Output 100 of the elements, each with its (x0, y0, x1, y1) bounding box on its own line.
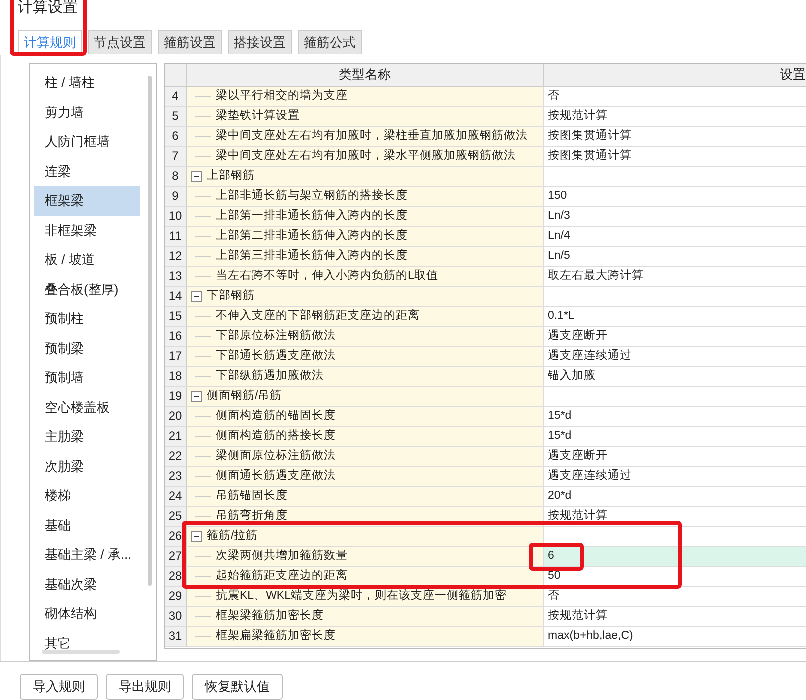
sidebar-item[interactable]: 非框架梁 (34, 216, 140, 245)
sidebar-item[interactable]: 次肋梁 (34, 452, 140, 481)
action-button[interactable]: 导出规则 (106, 674, 184, 700)
scrollbar[interactable] (42, 650, 120, 654)
collapse-icon[interactable] (191, 391, 202, 402)
setting-value[interactable]: 按图集贯通计算 (544, 147, 806, 166)
column-header: 设置 (543, 64, 806, 86)
setting-value[interactable]: 遇支座连续通过 (544, 347, 806, 366)
tree-line (195, 336, 211, 337)
row-number: 19 (165, 387, 187, 406)
tab[interactable]: 箍筋设置 (158, 30, 222, 54)
setting-name: 下部通长筋遇支座做法 (216, 348, 336, 364)
sidebar-item[interactable]: 预制柱 (34, 304, 140, 334)
tree-line (195, 356, 211, 357)
tree-line (195, 236, 211, 237)
setting-value[interactable]: Ln/4 (544, 227, 806, 246)
setting-value[interactable]: Ln/5 (544, 247, 806, 266)
tree-line (195, 156, 211, 157)
sidebar-item[interactable]: 柱 / 墙柱 (34, 68, 140, 98)
sidebar-item[interactable]: 基础 (34, 510, 140, 540)
column-header: 类型名称 (186, 64, 543, 86)
setting-value[interactable]: 按规范计算 (544, 107, 806, 126)
setting-name: 起始箍筋距支座边的距离 (216, 568, 348, 584)
tree-line (195, 636, 211, 637)
collapse-icon[interactable] (191, 291, 202, 302)
setting-value[interactable]: 按规范计算 (544, 607, 806, 626)
sidebar-item[interactable]: 叠合板(整厚) (34, 274, 140, 304)
row-number: 5 (165, 107, 187, 126)
collapse-icon[interactable] (191, 171, 202, 182)
sidebar-item[interactable]: 基础次梁 (34, 570, 140, 599)
setting-value[interactable]: 0.1*L (544, 307, 806, 326)
tree-line (195, 376, 211, 377)
scrollbar[interactable] (148, 76, 152, 586)
row-number: 15 (165, 307, 187, 326)
tab[interactable]: 搭接设置 (228, 30, 292, 54)
tab[interactable]: 计算规则 (18, 30, 82, 54)
sidebar-item[interactable]: 主肋梁 (34, 422, 140, 452)
setting-value[interactable]: 否 (544, 587, 806, 606)
row-number: 25 (165, 507, 187, 526)
setting-value[interactable]: max(b+hb,lae,C) (544, 627, 806, 646)
sidebar-item[interactable]: 板 / 坡道 (34, 245, 140, 274)
setting-name: 次梁两侧共增加箍筋数量 (216, 548, 348, 564)
row-number: 7 (165, 147, 187, 166)
setting-value[interactable]: 按规范计算 (544, 507, 806, 526)
setting-value[interactable]: 锚入加腋 (544, 367, 806, 386)
setting-value[interactable]: 15*d (544, 427, 806, 446)
tree-line (195, 136, 211, 137)
sidebar-item[interactable]: 预制梁 (34, 334, 140, 363)
tree-line (195, 416, 211, 417)
sidebar-item[interactable]: 框架梁 (34, 186, 140, 216)
row-number: 13 (165, 267, 187, 286)
row-number: 22 (165, 447, 187, 466)
setting-name: 吊筋锚固长度 (216, 488, 288, 504)
row-number: 29 (165, 587, 187, 606)
sidebar-item[interactable]: 基础主梁 / 承... (34, 540, 140, 570)
setting-value[interactable]: 否 (544, 87, 806, 106)
sidebar-item[interactable]: 连梁 (34, 156, 140, 186)
setting-name: 上部第二排非通长筋伸入跨内的长度 (216, 228, 408, 244)
tree-line (195, 96, 211, 97)
sidebar-item[interactable]: 人防门框墙 (34, 127, 140, 156)
setting-name: 上部非通长筋与架立钢筋的搭接长度 (216, 188, 408, 204)
setting-value[interactable]: 遇支座断开 (544, 327, 806, 346)
row-number: 11 (165, 227, 187, 246)
setting-name: 侧面构造筋的搭接长度 (216, 428, 336, 444)
setting-value[interactable]: 20*d (544, 487, 806, 506)
setting-name: 下部纵筋遇加腋做法 (216, 368, 324, 384)
sidebar-item[interactable]: 剪力墙 (34, 98, 140, 127)
sidebar-item[interactable]: 楼梯 (34, 481, 140, 510)
sidebar-item[interactable]: 预制墙 (34, 363, 140, 392)
row-number: 9 (165, 187, 187, 206)
setting-name: 梁侧面原位标注筋做法 (216, 448, 336, 464)
setting-value[interactable]: 遇支座断开 (544, 447, 806, 466)
setting-name: 吊筋弯折角度 (216, 508, 288, 524)
setting-value[interactable]: 50 (544, 567, 806, 586)
setting-value[interactable]: 150 (544, 187, 806, 206)
setting-name: 梁中间支座处左右均有加腋时，梁柱垂直加腋加腋钢筋做法 (216, 128, 528, 144)
setting-value[interactable]: 15*d (544, 407, 806, 426)
setting-value[interactable]: Ln/3 (544, 207, 806, 226)
group-label: 下部钢筋 (207, 288, 255, 304)
setting-name: 侧面构造筋的锚固长度 (216, 408, 336, 424)
setting-name: 侧面通长筋遇支座做法 (216, 468, 336, 484)
tab[interactable]: 箍筋公式 (298, 30, 362, 54)
sidebar-item[interactable]: 其它 (34, 628, 140, 658)
setting-value[interactable]: 6 (544, 547, 806, 566)
row-number: 21 (165, 427, 187, 446)
tab[interactable]: 节点设置 (88, 30, 152, 54)
setting-name: 梁以平行相交的墙为支座 (216, 88, 348, 104)
tree-line (195, 476, 211, 477)
row-number: 12 (165, 247, 187, 266)
action-button[interactable]: 导入规则 (20, 674, 98, 700)
sidebar-item[interactable]: 砌体结构 (34, 599, 140, 628)
action-button[interactable]: 恢复默认值 (192, 674, 283, 700)
collapse-icon[interactable] (191, 531, 202, 542)
setting-value[interactable]: 按图集贯通计算 (544, 127, 806, 146)
sidebar-item[interactable]: 空心楼盖板 (34, 392, 140, 422)
setting-value[interactable]: 遇支座连续通过 (544, 467, 806, 486)
row-number: 4 (165, 87, 187, 106)
row-number: 24 (165, 487, 187, 506)
setting-value[interactable]: 取左右最大跨计算 (544, 267, 806, 286)
group-label: 侧面钢筋/吊筋 (207, 388, 282, 404)
